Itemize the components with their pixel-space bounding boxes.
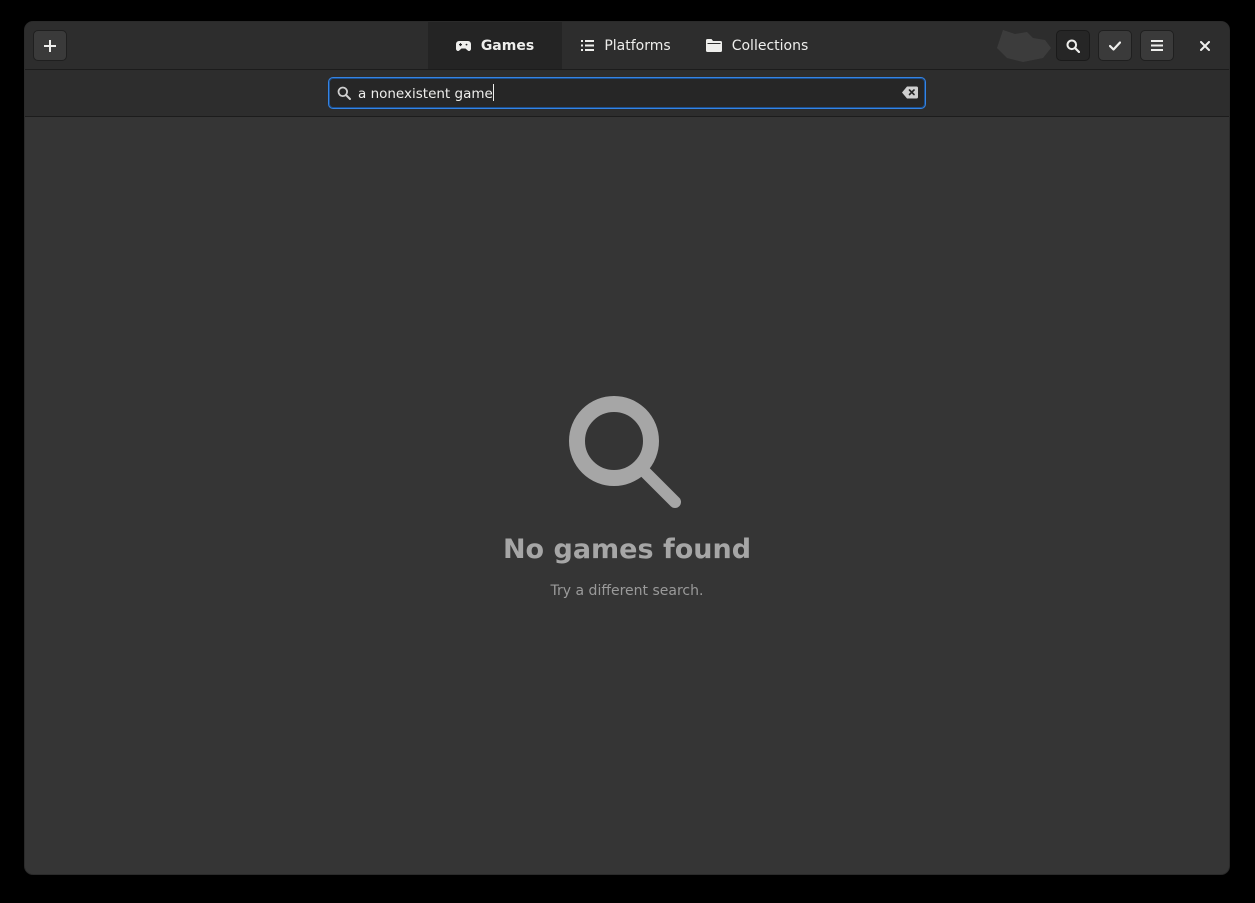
app-window: Games Platforms Collections a nonexisten… <box>25 22 1229 874</box>
tab-platforms-label: Platforms <box>604 37 671 54</box>
selection-mode-button[interactable] <box>1098 30 1132 61</box>
search-icon <box>569 396 681 508</box>
search-input[interactable]: a nonexistent game <box>328 77 926 109</box>
plus-icon <box>44 39 56 52</box>
search-icon <box>337 86 351 100</box>
empty-state-title: No games found <box>502 534 752 565</box>
hamburger-menu-icon <box>1151 40 1163 51</box>
search-input-text: a nonexistent game <box>358 84 494 102</box>
tab-games-label: Games <box>480 37 535 54</box>
clear-search-icon[interactable] <box>902 86 918 99</box>
checkmark-icon <box>1109 40 1121 51</box>
gamepad-icon <box>455 40 471 52</box>
close-window-button[interactable] <box>1188 30 1222 61</box>
main-menu-button[interactable] <box>1140 30 1174 61</box>
header-bar: Games Platforms Collections <box>25 22 1229 70</box>
tab-collections-label: Collections <box>731 37 809 54</box>
decorative-background-icon <box>997 30 1051 62</box>
tab-collections[interactable]: Collections <box>690 22 824 69</box>
search-bar: a nonexistent game <box>25 70 1229 117</box>
search-icon <box>1066 39 1080 53</box>
add-game-button[interactable] <box>33 30 67 61</box>
empty-state-description: Try a different search. <box>550 583 704 599</box>
tab-games[interactable]: Games <box>428 22 562 69</box>
close-icon <box>1200 40 1210 51</box>
text-caret <box>492 84 494 101</box>
games-view: No games found Try a different search. <box>25 117 1229 874</box>
tab-platforms[interactable]: Platforms <box>562 22 690 69</box>
view-switcher: Games Platforms Collections <box>428 22 824 69</box>
list-icon <box>581 40 595 51</box>
folder-icon <box>705 39 722 52</box>
search-toggle-button[interactable] <box>1056 30 1090 61</box>
